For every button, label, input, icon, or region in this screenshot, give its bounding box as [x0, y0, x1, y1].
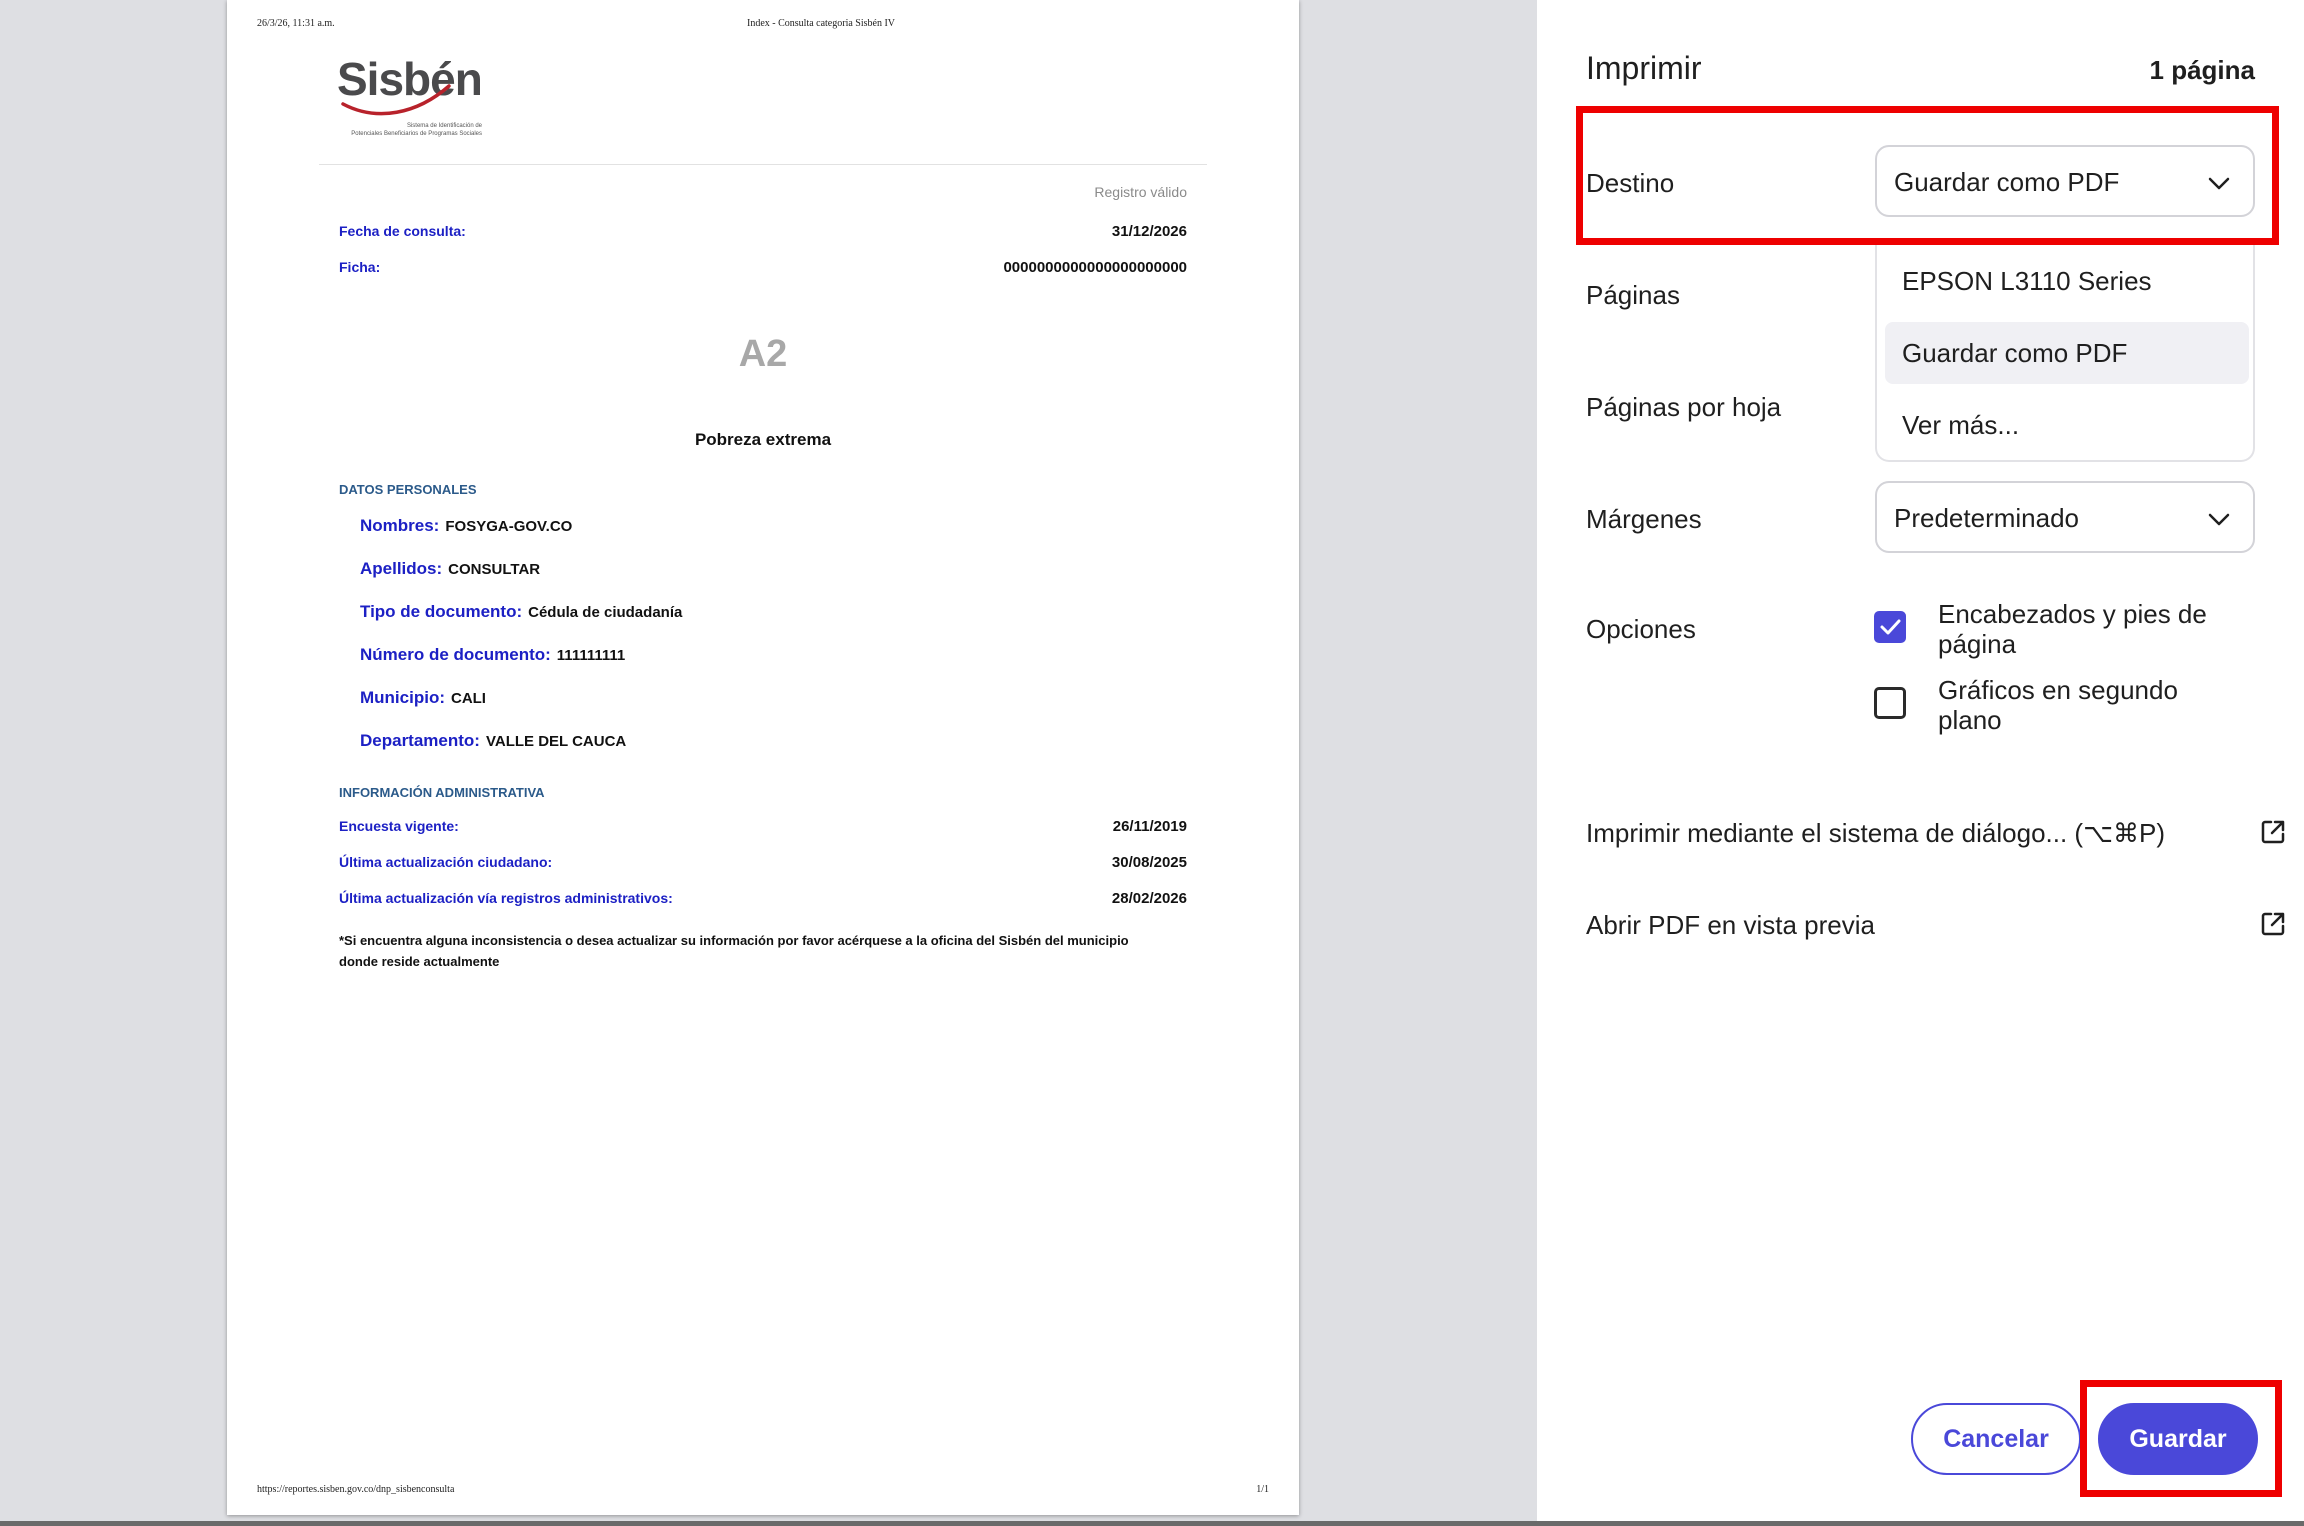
headers-footers-text-1: Encabezados y pies de [1938, 599, 2207, 629]
background-graphics-text-2: plano [1938, 705, 2002, 735]
destino-option-label: EPSON L3110 Series [1902, 266, 2152, 296]
personal-label: Número de documento: [360, 645, 551, 664]
personal-label: Nombres: [360, 516, 440, 535]
sisben-logo: Sisbén Sistema de Identificación de Pote… [337, 52, 487, 142]
paginas-label: Páginas [1586, 280, 1680, 310]
checkmark-icon [1880, 619, 1901, 635]
destino-option-label: Guardar como PDF [1902, 338, 2128, 368]
destino-highlight-box [1576, 106, 2279, 245]
personal-label: Tipo de documento: [360, 602, 523, 621]
admin-label: Última actualización vía registros admin… [339, 890, 673, 906]
background-graphics-label[interactable]: Gráficos en segundo plano [1938, 675, 2178, 735]
destino-option-epson[interactable]: EPSON L3110 Series [1885, 250, 2249, 312]
open-pdf-preview-link[interactable]: Abrir PDF en vista previa [1586, 910, 1875, 941]
logo-swoosh-icon [341, 84, 451, 116]
print-title: Imprimir [1586, 50, 1702, 86]
personal-row: Nombres: FOSYGA-GOV.CO [360, 516, 572, 536]
logo-subtitle-2: Potenciales Beneficiarios de Programas S… [351, 131, 482, 137]
note-line-1: *Si encuentra alguna inconsistencia o de… [339, 933, 1129, 948]
paginas-por-hoja-label: Páginas por hoja [1586, 392, 1782, 422]
personal-row: Municipio: CALI [360, 688, 486, 708]
bottom-edge-bar [0, 1521, 2304, 1526]
page-count: 1 página [2149, 55, 2255, 85]
personal-row: Departamento: VALLE DEL CAUCA [360, 731, 626, 751]
background-graphics-checkbox[interactable] [1874, 687, 1906, 719]
status-text: Registro válido [1094, 184, 1187, 200]
print-settings-panel: Imprimir 1 página Destino Guardar como P… [1537, 0, 2304, 1526]
admin-value: 30/08/2025 [1111, 854, 1187, 871]
margenes-label: Márgenes [1586, 504, 1702, 534]
page-footer-url: https://reportes.sisben.gov.co/dnp_sisbe… [257, 1484, 455, 1495]
ficha-label: Ficha: [339, 259, 381, 275]
page-header-title: Index - Consulta categoria Sisbén IV [747, 18, 896, 29]
admin-label: Encuesta vigente: [339, 818, 459, 834]
personal-value: CONSULTAR [448, 561, 541, 578]
destino-option-more[interactable]: Ver más... [1885, 394, 2249, 456]
header-divider [319, 164, 1207, 165]
personal-value: CALI [450, 690, 486, 707]
ficha-value: 0000000000000000000000 [1003, 259, 1187, 276]
print-preview-area: 26/3/26, 11:31 a.m. Index - Consulta cat… [0, 0, 1537, 1526]
page-footer-number: 1/1 [1256, 1484, 1269, 1495]
personal-label: Municipio: [360, 688, 445, 707]
system-dialog-link[interactable]: Imprimir mediante el sistema de diálogo.… [1586, 818, 2165, 849]
cancel-button[interactable]: Cancelar [1911, 1403, 2081, 1475]
personal-value: VALLE DEL CAUCA [485, 733, 627, 750]
open-external-icon[interactable] [2259, 818, 2287, 846]
document-page: 26/3/26, 11:31 a.m. Index - Consulta cat… [227, 0, 1299, 1515]
personal-row: Número de documento: 111111111 [360, 645, 625, 665]
background-graphics-text-1: Gráficos en segundo [1938, 675, 2178, 705]
note-line-2: donde reside actualmente [339, 954, 500, 969]
fecha-label: Fecha de consulta: [339, 223, 466, 239]
margenes-select[interactable]: Predeterminado [1875, 481, 2255, 553]
headers-footers-label[interactable]: Encabezados y pies de página [1938, 599, 2207, 659]
save-highlight-box [2080, 1380, 2282, 1497]
personal-label: Apellidos: [360, 559, 443, 578]
personal-row: Apellidos: CONSULTAR [360, 559, 540, 579]
margenes-selected-value: Predeterminado [1894, 503, 2079, 533]
page-header-datetime: 26/3/26, 11:31 a.m. [257, 18, 335, 29]
personal-value: Cédula de ciudadanía [528, 604, 683, 621]
personal-row: Tipo de documento: Cédula de ciudadanía [360, 602, 682, 622]
admin-value: 28/02/2026 [1111, 890, 1187, 907]
admin-value: 26/11/2019 [1112, 818, 1187, 835]
chevron-down-icon [2208, 513, 2230, 526]
destino-option-pdf[interactable]: Guardar como PDF [1885, 322, 2249, 384]
open-external-icon[interactable] [2259, 910, 2287, 938]
destino-option-label: Ver más... [1902, 410, 2020, 440]
personal-value: 111111111 [556, 647, 626, 664]
destino-dropdown-menu: EPSON L3110 Series Guardar como PDF Ver … [1875, 242, 2255, 462]
category-description: Pobreza extrema [694, 430, 832, 449]
headers-footers-text-2: página [1938, 629, 2017, 659]
personal-section-title: DATOS PERSONALES [339, 482, 477, 497]
category-code: A2 [738, 333, 788, 375]
admin-label: Última actualización ciudadano: [339, 854, 553, 870]
personal-value: FOSYGA-GOV.CO [445, 518, 573, 535]
fecha-value: 31/12/2026 [1111, 223, 1187, 240]
logo-subtitle-1: Sistema de Identificación de [406, 123, 482, 129]
admin-section-title: INFORMACIÓN ADMINISTRATIVA [339, 785, 545, 800]
opciones-label: Opciones [1586, 614, 1696, 644]
personal-label: Departamento: [360, 731, 480, 750]
headers-footers-checkbox[interactable] [1874, 611, 1906, 643]
